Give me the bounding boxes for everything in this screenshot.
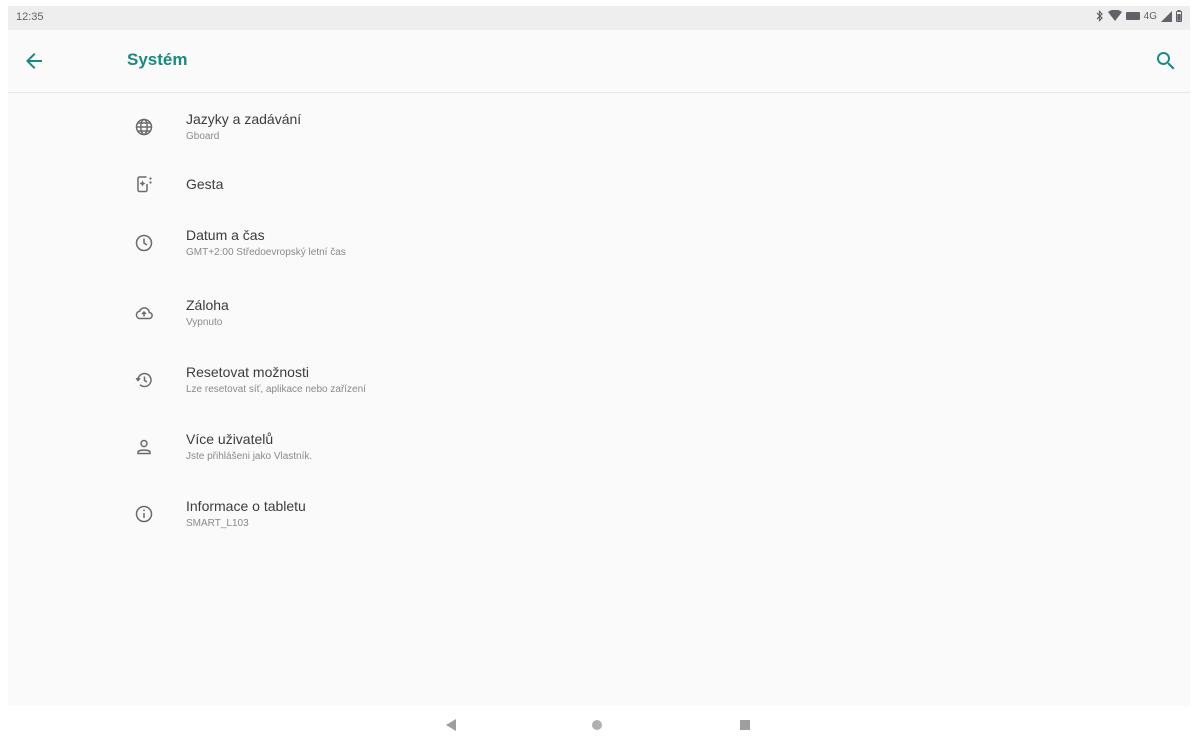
- nav-recents-button[interactable]: [739, 719, 751, 731]
- settings-item-reset[interactable]: Resetovat možnosti Lze resetovat síť, ap…: [8, 346, 1190, 413]
- settings-item-label: Jazyky a zadávání: [186, 110, 302, 127]
- nav-home-icon: [591, 719, 603, 731]
- settings-screen: 12:35 4G Systém Jazyky a zadávání Gboard…: [8, 6, 1190, 706]
- settings-item-text: Více uživatelů Jste přihlášeni jako Vlas…: [186, 430, 312, 464]
- bluetooth-icon: [1096, 10, 1104, 22]
- settings-item-label: Záloha: [186, 296, 229, 313]
- network-badge-icon: [1125, 11, 1140, 21]
- settings-item-summary: Vypnuto: [186, 316, 223, 328]
- settings-item-label: Resetovat možnosti: [186, 363, 309, 380]
- nav-back-button[interactable]: [444, 718, 458, 732]
- settings-item-gestures[interactable]: Gesta: [8, 160, 1190, 207]
- settings-item-label: Gesta: [186, 175, 224, 192]
- settings-item-users[interactable]: Více uživatelů Jste přihlášeni jako Vlas…: [8, 413, 1190, 480]
- settings-item-summary: Lze resetovat síť, aplikace nebo zařízen…: [186, 383, 366, 395]
- globe-icon: [134, 117, 154, 137]
- clock-icon: [134, 233, 154, 253]
- settings-item-about[interactable]: Informace o tabletu SMART_L103: [8, 480, 1190, 547]
- settings-item-summary: SMART_L103: [186, 517, 249, 529]
- search-button[interactable]: [1154, 49, 1178, 73]
- cloud-upload-icon: [134, 303, 154, 323]
- settings-item-backup[interactable]: Záloha Vypnuto: [8, 279, 1190, 346]
- settings-item-label: Informace o tabletu: [186, 497, 306, 514]
- wifi-icon: [1107, 10, 1122, 22]
- history-icon: [134, 370, 154, 390]
- nav-home-button[interactable]: [591, 719, 603, 731]
- settings-item-languages[interactable]: Jazyky a zadávání Gboard: [8, 93, 1190, 160]
- nav-recents-icon: [739, 719, 751, 731]
- settings-item-text: Informace o tabletu SMART_L103: [186, 497, 306, 531]
- battery-icon: [1176, 10, 1182, 22]
- settings-item-label: Více uživatelů: [186, 430, 274, 447]
- info-icon: [134, 504, 154, 524]
- signal-icon: [1161, 10, 1172, 22]
- search-icon: [1154, 52, 1178, 77]
- settings-item-text: Záloha Vypnuto: [186, 296, 229, 330]
- gestures-icon: [134, 174, 154, 194]
- settings-item-datetime[interactable]: Datum a čas GMT+2:00 Středoevropský letn…: [8, 207, 1190, 279]
- settings-item-summary: Jste přihlášeni jako Vlastník.: [186, 450, 313, 462]
- settings-item-label: Datum a čas: [186, 227, 265, 243]
- settings-item-summary: Gboard: [186, 130, 220, 142]
- status-time: 12:35: [16, 11, 44, 23]
- back-button[interactable]: [22, 49, 46, 73]
- settings-item-text: Jazyky a zadávání Gboard: [186, 110, 301, 144]
- person-icon: [134, 437, 154, 457]
- settings-item-summary: GMT+2:00 Středoevropský letní čas: [186, 247, 346, 258]
- arrow-back-icon: [22, 53, 46, 77]
- status-bar: 12:35 4G: [8, 6, 1190, 30]
- settings-item-text: Gesta: [186, 175, 223, 193]
- page-title: Systém: [127, 50, 188, 69]
- settings-item-text: Resetovat možnosti Lze resetovat síť, ap…: [186, 363, 366, 397]
- settings-item-text: Datum a čas GMT+2:00 Středoevropský letn…: [186, 226, 346, 260]
- navigation-bar: [0, 706, 1196, 740]
- app-bar: Systém: [8, 30, 1190, 93]
- nav-back-icon: [444, 718, 458, 732]
- settings-list: Jazyky a zadávání Gboard Gesta Datum a č…: [8, 93, 1190, 547]
- network-type: 4G: [1143, 10, 1157, 22]
- status-icons: 4G: [1096, 10, 1182, 22]
